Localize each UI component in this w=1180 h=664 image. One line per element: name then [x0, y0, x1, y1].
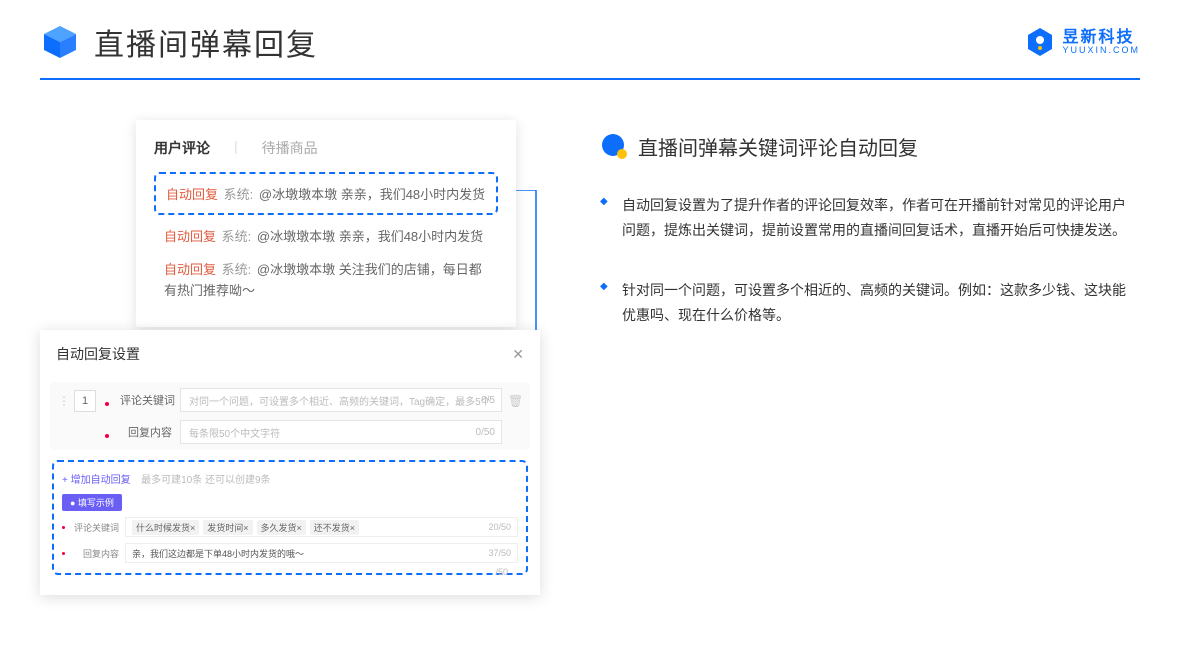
add-rule-hint: 最多可建10条 还可以创建9条	[141, 475, 270, 486]
drag-handle-icon[interactable]: ⋮⋮	[58, 388, 68, 408]
comment-text: @冰墩墩本墩 亲亲，我们48小时内发货	[259, 187, 485, 202]
highlighted-comment: 自动回复 系统: @冰墩墩本墩 亲亲，我们48小时内发货	[154, 172, 498, 215]
comments-tabs: 用户评论 | 待播商品	[154, 138, 498, 158]
example-content-label: 回复内容	[71, 547, 119, 560]
brand-name-cn: 昱新科技	[1062, 30, 1140, 46]
rule-index: 1	[74, 390, 96, 412]
char-counter: /50	[495, 567, 508, 577]
section-subtitle: 直播间弹幕关键词评论自动回复	[638, 132, 918, 161]
tab-user-comments[interactable]: 用户评论	[154, 138, 210, 158]
keyword-tag: 什么时候发货×	[132, 520, 199, 535]
required-dot-icon	[105, 434, 109, 438]
example-callout: + 增加自动回复 最多可建10条 还可以创建9条 ● 填写示例 评论关键词 什么…	[52, 460, 528, 575]
add-rule-button[interactable]: + 增加自动回复	[62, 475, 131, 486]
example-keyword-input: 什么时候发货× 发货时间× 多久发货× 还不发货× 20/50	[125, 517, 518, 537]
required-dot-icon	[105, 402, 109, 406]
example-keyword-label: 评论关键词	[71, 521, 119, 534]
bullet-list: 自动回复设置为了提升作者的评论回复效率，作者可在开播前针对常见的评论用户问题，提…	[600, 193, 1130, 327]
bullet-item: 自动回复设置为了提升作者的评论回复效率，作者可在开播前针对常见的评论用户问题，提…	[622, 193, 1130, 242]
close-icon[interactable]: ✕	[512, 346, 524, 363]
keyword-tag: 发货时间×	[203, 520, 252, 535]
rule-row: ⋮⋮ 1 评论关键词 对同一个问题，可设置多个相近、高频的关键词，Tag确定，最…	[50, 382, 530, 450]
required-dot-icon	[62, 526, 65, 529]
tab-separator: |	[234, 138, 238, 158]
brand-name-en: YUUXIN.COM	[1062, 46, 1140, 55]
char-counter: 37/50	[488, 548, 511, 558]
screenshot-panel: 用户评论 | 待播商品 自动回复 系统: @冰墩墩本墩 亲亲，我们48小时内发货…	[40, 120, 560, 600]
auto-reply-settings-card: 自动回复设置 ✕ ⋮⋮ 1 评论关键词 对同一个问题，可设置多个相近、高频的关键…	[40, 330, 540, 595]
comment-text: @冰墩墩本墩 亲亲，我们48小时内发货	[257, 229, 483, 244]
system-label: 系统:	[222, 229, 252, 244]
required-dot-icon	[62, 552, 65, 555]
comments-card: 用户评论 | 待播商品 自动回复 系统: @冰墩墩本墩 亲亲，我们48小时内发货…	[136, 120, 516, 327]
auto-reply-badge: 自动回复	[164, 262, 216, 277]
system-label: 系统:	[222, 262, 252, 277]
auto-reply-badge: 自动回复	[164, 229, 216, 244]
example-chip: ● 填写示例	[62, 494, 122, 511]
keyword-tag: 还不发货×	[310, 520, 359, 535]
comment-row: 自动回复 系统: @冰墩墩本墩 关注我们的店铺，每日都有热门推荐呦～	[154, 260, 498, 302]
brand-logo: 昱新科技 YUUXIN.COM	[1024, 26, 1140, 58]
description-panel: 直播间弹幕关键词评论自动回复 自动回复设置为了提升作者的评论回复效率，作者可在开…	[600, 120, 1140, 600]
bullet-item: 针对同一个问题，可设置多个相近的、高频的关键词。例如：这款多少钱、这块能优惠吗、…	[622, 278, 1130, 327]
char-counter: 20/50	[488, 522, 511, 532]
char-counter: 0/50	[476, 427, 495, 438]
cube-icon	[40, 22, 80, 62]
content-input[interactable]: 每条限50个中文字符 0/50	[180, 420, 502, 444]
page-title: 直播间弹幕回复	[94, 20, 318, 64]
example-content-input: 亲，我们这边都是下单48小时内发货的哦～ 37/50	[125, 543, 518, 563]
input-placeholder: 每条限50个中文字符	[189, 425, 280, 440]
page-header: 直播间弹幕回复 昱新科技 YUUXIN.COM	[0, 0, 1180, 64]
char-counter: 0/5	[481, 395, 495, 406]
keyword-input[interactable]: 对同一个问题，可设置多个相近、高频的关键词，Tag确定，最多5个 0/5	[180, 388, 502, 412]
delete-icon[interactable]: 🗑	[508, 388, 522, 408]
brand-icon	[1024, 26, 1056, 58]
tab-products[interactable]: 待播商品	[262, 138, 318, 158]
system-label: 系统:	[224, 187, 254, 202]
comment-row: 自动回复 系统: @冰墩墩本墩 亲亲，我们48小时内发货	[154, 227, 498, 248]
input-placeholder: 对同一个问题，可设置多个相近、高频的关键词，Tag确定，最多5个	[189, 393, 491, 408]
example-content-text: 亲，我们这边都是下单48小时内发货的哦～	[132, 547, 304, 560]
content-label: 回复内容	[120, 424, 172, 440]
auto-reply-badge: 自动回复	[166, 187, 218, 202]
keyword-tag: 多久发货×	[257, 520, 306, 535]
settings-title: 自动回复设置	[56, 344, 140, 364]
chat-bubble-icon	[600, 133, 628, 161]
keyword-label: 评论关键词	[120, 392, 172, 408]
